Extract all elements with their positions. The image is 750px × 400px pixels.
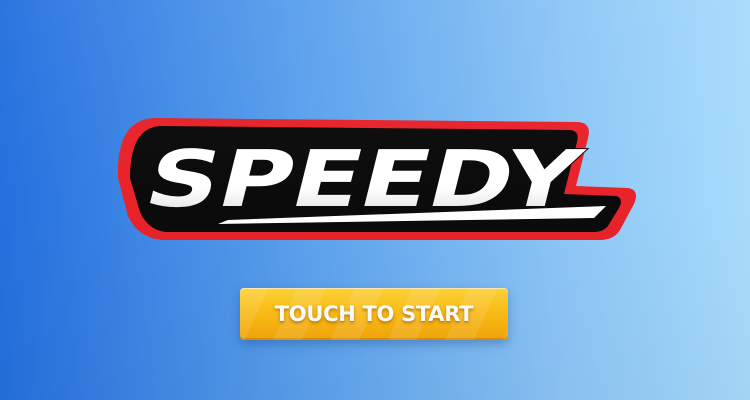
start-button-label: TOUCH TO START	[274, 302, 474, 326]
speedy-logo-graphic: SPEEDY	[117, 118, 636, 240]
touch-to-start-button[interactable]: TOUCH TO START	[240, 288, 508, 340]
game-logo: SPEEDY	[108, 108, 648, 248]
title-screen: SPEEDY TOUCH TO START	[0, 0, 750, 400]
logo-title-text: SPEEDY	[137, 133, 592, 225]
